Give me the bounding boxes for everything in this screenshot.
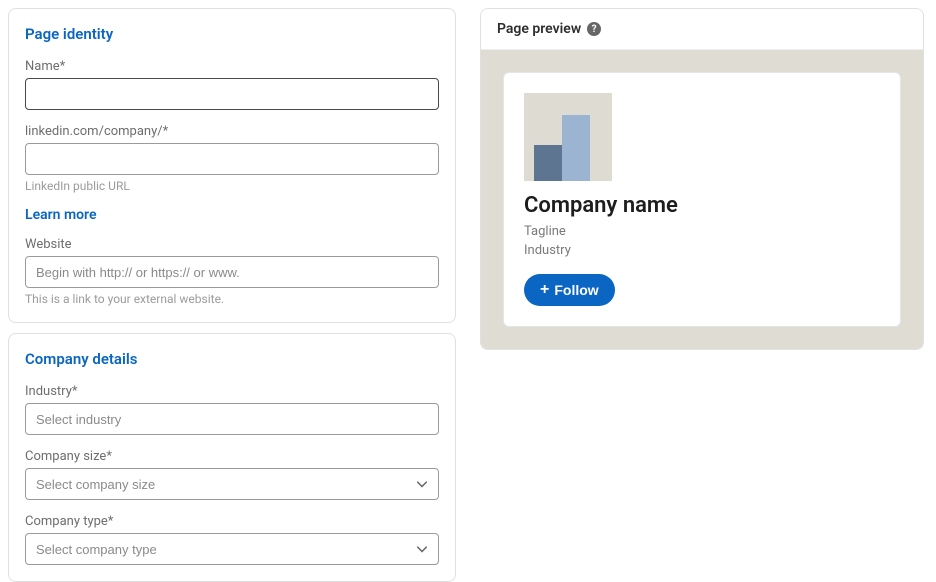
preview-title: Page preview (497, 21, 581, 37)
company-type-label: Company type* (25, 514, 439, 529)
company-size-select[interactable]: Select company size (25, 468, 439, 500)
building-icon (562, 115, 590, 181)
company-logo-placeholder (524, 93, 612, 181)
company-preview-card: Company name Tagline Industry + Follow (503, 72, 901, 327)
company-size-label: Company size* (25, 449, 439, 464)
plus-icon: + (540, 282, 549, 298)
industry-select[interactable] (25, 403, 439, 435)
building-icon (534, 145, 562, 181)
website-input[interactable] (25, 256, 439, 288)
company-type-field: Company type* Select company type (25, 514, 439, 565)
website-label: Website (25, 237, 439, 252)
name-label: Name* (25, 59, 439, 74)
company-details-title: Company details (25, 350, 439, 368)
page-identity-section: Page identity Name* linkedin.com/company… (8, 8, 456, 323)
name-input[interactable] (25, 78, 439, 110)
preview-tagline: Tagline (524, 224, 880, 239)
industry-field: Industry* (25, 384, 439, 435)
follow-button[interactable]: + Follow (524, 274, 615, 306)
preview-body: Company name Tagline Industry + Follow (481, 50, 923, 349)
url-field: linkedin.com/company/* LinkedIn public U… (25, 124, 439, 193)
url-label: linkedin.com/company/* (25, 124, 439, 139)
preview-industry: Industry (524, 243, 880, 258)
industry-label: Industry* (25, 384, 439, 399)
preview-header: Page preview ? (481, 9, 923, 50)
website-field: Website This is a link to your external … (25, 237, 439, 306)
page-preview-panel: Page preview ? Company name Tagline Indu… (480, 8, 924, 350)
url-helper: LinkedIn public URL (25, 179, 439, 193)
url-input[interactable] (25, 143, 439, 175)
page-identity-title: Page identity (25, 25, 439, 43)
follow-label: Follow (554, 282, 598, 298)
learn-more-link[interactable]: Learn more (25, 207, 96, 223)
website-helper: This is a link to your external website. (25, 292, 439, 306)
company-size-field: Company size* Select company size (25, 449, 439, 500)
company-details-section: Company details Industry* Company size* … (8, 333, 456, 582)
name-field: Name* (25, 59, 439, 110)
preview-company-name: Company name (524, 193, 880, 218)
company-type-select[interactable]: Select company type (25, 533, 439, 565)
help-icon[interactable]: ? (587, 22, 601, 36)
